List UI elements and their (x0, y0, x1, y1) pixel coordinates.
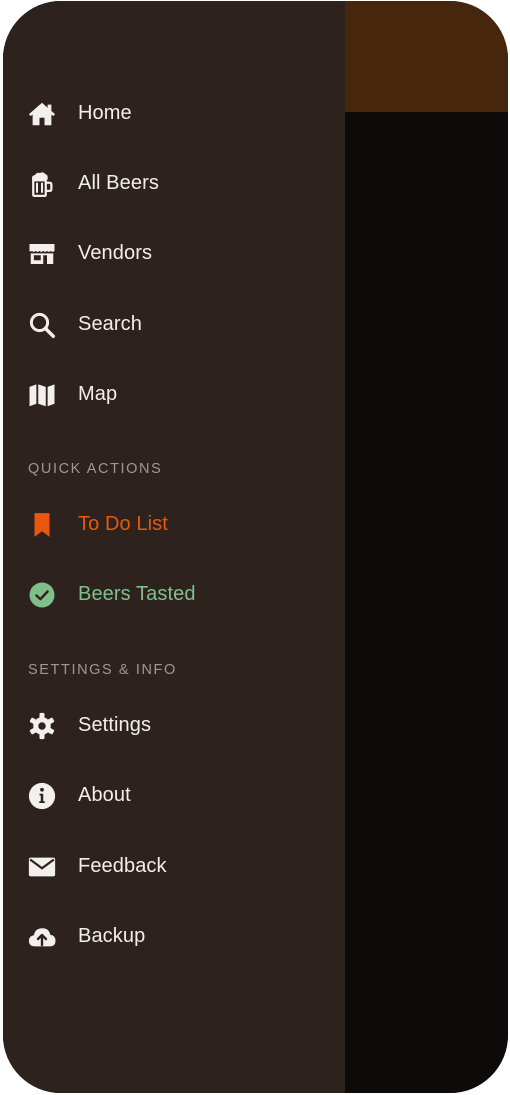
section-header-settings-info: SETTINGS & INFO (28, 662, 177, 678)
drawer-item-label: Backup (78, 925, 146, 947)
drawer-item-to-do-list[interactable]: To Do List (3, 496, 345, 552)
device-screen: Home All Beers Vendors Search Map QUICK … (3, 1, 508, 1093)
drawer-item-about[interactable]: About (3, 767, 345, 823)
drawer-item-label: About (78, 784, 131, 806)
drawer-item-vendors[interactable]: Vendors (3, 225, 345, 281)
drawer-item-feedback[interactable]: Feedback (3, 838, 345, 894)
drawer-item-label: All Beers (78, 172, 159, 194)
mail-icon (27, 852, 57, 882)
drawer-item-map[interactable]: Map (3, 366, 345, 422)
drawer-item-beers-tasted[interactable]: Beers Tasted (3, 566, 345, 622)
drawer-item-label: Beers Tasted (78, 583, 196, 605)
home-icon (27, 99, 57, 129)
navigation-drawer: Home All Beers Vendors Search Map QUICK … (3, 1, 345, 1093)
drawer-item-label: Home (78, 102, 132, 124)
map-icon (27, 380, 57, 410)
drawer-item-home[interactable]: Home (3, 85, 345, 141)
store-icon (27, 239, 57, 269)
drawer-item-search[interactable]: Search (3, 296, 345, 352)
cloud-upload-icon (27, 922, 57, 952)
search-icon (27, 310, 57, 340)
drawer-item-label: To Do List (78, 513, 168, 535)
drawer-item-backup[interactable]: Backup (3, 908, 345, 964)
drawer-item-settings[interactable]: Settings (3, 697, 345, 753)
drawer-item-all-beers[interactable]: All Beers (3, 155, 345, 211)
check-circle-icon (27, 580, 57, 610)
gear-icon (27, 711, 57, 741)
drawer-item-label: Map (78, 383, 118, 405)
info-icon (27, 781, 57, 811)
bookmark-icon (27, 510, 57, 540)
drawer-item-label: Vendors (78, 242, 153, 264)
beer-mug-icon (27, 169, 57, 199)
drawer-item-label: Settings (78, 714, 152, 736)
drawer-item-label: Feedback (78, 855, 167, 877)
section-header-quick-actions: QUICK ACTIONS (28, 461, 163, 477)
drawer-item-label: Search (78, 313, 142, 335)
